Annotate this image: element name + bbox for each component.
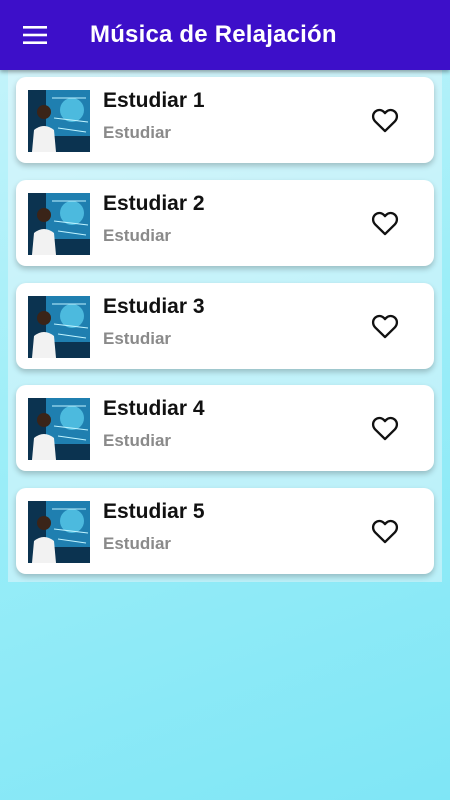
track-title: Estudiar 2 — [103, 192, 205, 215]
track-title: Estudiar 3 — [103, 295, 205, 318]
heart-outline-icon — [371, 416, 399, 441]
heart-outline-icon — [371, 519, 399, 544]
favorite-button[interactable] — [370, 413, 400, 443]
track-category: Estudiar — [103, 534, 172, 553]
track-thumbnail — [28, 193, 90, 255]
track-thumbnail — [28, 398, 90, 460]
track-thumbnail — [28, 90, 90, 152]
track-category: Estudiar — [103, 226, 172, 245]
track-title: Estudiar 5 — [103, 500, 205, 523]
track-thumbnail — [28, 296, 90, 358]
heart-outline-icon — [371, 314, 399, 339]
track-card-4[interactable]: Estudiar 4 Estudiar — [16, 385, 434, 471]
track-title: Estudiar 4 — [103, 397, 205, 420]
track-category: Estudiar — [103, 329, 172, 348]
menu-button[interactable] — [0, 0, 70, 70]
favorite-button[interactable] — [370, 105, 400, 135]
track-category: Estudiar — [103, 123, 172, 142]
favorite-button[interactable] — [370, 311, 400, 341]
track-card-3[interactable]: Estudiar 3 Estudiar — [16, 283, 434, 369]
track-thumbnail — [28, 501, 90, 563]
track-title: Estudiar 1 — [103, 89, 205, 112]
track-card-5[interactable]: Estudiar 5 Estudiar — [16, 488, 434, 574]
heart-outline-icon — [371, 108, 399, 133]
app-bar: Música de Relajación — [0, 0, 450, 70]
track-card-1[interactable]: Estudiar 1 Estudiar — [16, 77, 434, 163]
track-category: Estudiar — [103, 431, 172, 450]
heart-outline-icon — [371, 211, 399, 236]
app-title: Música de Relajación — [90, 21, 337, 48]
favorite-button[interactable] — [370, 516, 400, 546]
menu-icon — [23, 26, 47, 44]
favorite-button[interactable] — [370, 208, 400, 238]
track-card-2[interactable]: Estudiar 2 Estudiar — [16, 180, 434, 266]
